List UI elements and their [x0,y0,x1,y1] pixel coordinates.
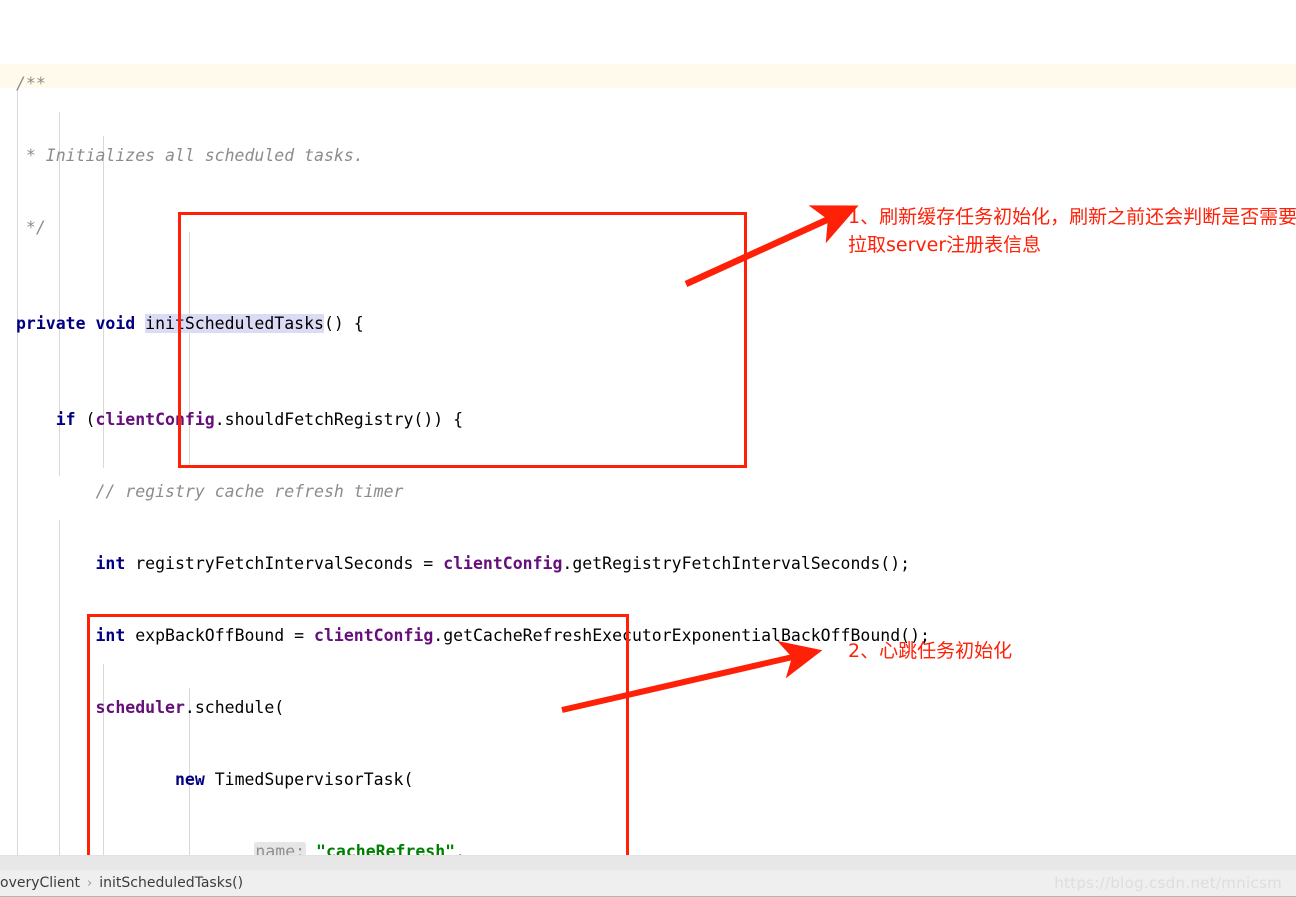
identifier-under-caret: initScheduledTasks [145,314,324,333]
breadcrumb[interactable]: overyClient › initScheduledTasks() [0,870,243,896]
code-line: scheduler.schedule( [95,698,285,717]
annotation-1-text: 1、刷新缓存任务初始化，刷新之前还会判断是否需要拉取server注册表信息 [848,206,1296,256]
chevron-right-icon: › [87,875,93,891]
code-line: new TimedSupervisorTask( [174,770,414,789]
code-editor[interactable]: /** * Initializes all scheduled tasks. *… [0,0,1296,855]
code-line: name: "cacheRefresh", [0,840,1296,855]
code-line-signature: private void initScheduledTasks() { [16,314,364,333]
breadcrumb-bar: overyClient › initScheduledTasks() https… [0,855,1296,897]
code-content[interactable]: /** * Initializes all scheduled tasks. *… [0,0,1296,855]
code-line: /** [16,74,46,93]
watermark: https://blog.csdn.net/mnicsm [1054,870,1282,896]
code-line: if (clientConfig.shouldFetchRegistry()) … [55,410,464,429]
breadcrumb-strip [0,856,1296,870]
code-line: * Initializes all scheduled tasks. [16,146,364,165]
parameter-hint: name: [254,842,307,855]
code-line: // registry cache refresh timer [95,482,404,501]
annotation-2-text: 2、心跳任务初始化 [848,640,1013,662]
breadcrumb-item-class[interactable]: overyClient [0,875,80,891]
code-line: int registryFetchIntervalSeconds = clien… [95,554,911,573]
watermark-text: https://blog.csdn.net/mnicsm [1054,874,1282,892]
breadcrumb-item-method[interactable]: initScheduledTasks() [99,875,243,891]
